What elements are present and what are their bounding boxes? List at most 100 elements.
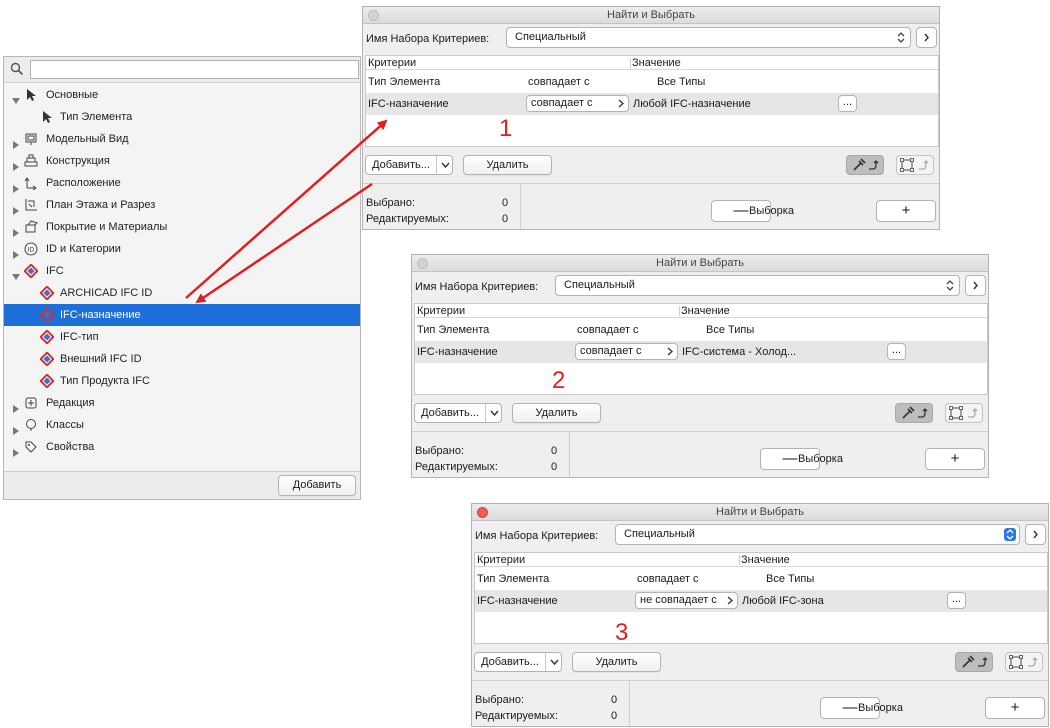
tree-item[interactable]: План Этажа и Разрез xyxy=(4,194,360,216)
editable-label: Редактируемых: xyxy=(366,213,449,225)
next-set-button[interactable] xyxy=(1025,524,1046,545)
tree-item[interactable]: Классы xyxy=(4,414,360,436)
tree-item[interactable]: Свойства xyxy=(4,436,360,458)
chevron-down-icon[interactable] xyxy=(550,658,559,666)
marquee-pick-button[interactable] xyxy=(896,155,934,175)
pointer-icon xyxy=(24,88,38,102)
criteria-row[interactable]: IFC-назначение совпадает с IFC-система - Х… xyxy=(415,341,987,363)
criteria-row[interactable]: IFC-назначение не совпадает с Любой IFC-зо… xyxy=(475,590,1047,612)
criterion-name: Тип Элемента xyxy=(417,324,490,336)
dialog-title: Найти и Выбрать xyxy=(656,257,744,269)
tree-item[interactable]: Внешний IFC ID xyxy=(4,348,360,370)
criteria-row[interactable]: IFC-назначение совпадает с Любой IFC-назна… xyxy=(366,93,938,115)
criteria-set-select[interactable]: Специальный xyxy=(506,27,911,48)
delete-criterion-button[interactable]: Удалить xyxy=(572,652,661,672)
add-criterion-split-button[interactable]: Добавить... xyxy=(365,155,453,175)
dialog-title: Найти и Выбрать xyxy=(716,506,804,518)
disclosure-closed-icon[interactable] xyxy=(12,399,20,413)
tree-item-label: ARCHICAD IFC ID xyxy=(60,287,153,299)
close-window-icon[interactable] xyxy=(368,10,379,21)
dialog-titlebar[interactable]: Найти и Выбрать xyxy=(363,7,939,24)
id-icon: ID xyxy=(24,242,38,256)
criterion-value: Все Типы xyxy=(657,76,706,88)
tree-item[interactable]: ID ID и Категории xyxy=(4,238,360,260)
tree-item[interactable]: Расположение xyxy=(4,172,360,194)
disclosure-closed-icon[interactable] xyxy=(12,135,20,149)
operator-popup[interactable]: совпадает с xyxy=(526,95,629,112)
value-browse-button[interactable]: ... xyxy=(947,592,966,609)
delete-criterion-button[interactable]: Удалить xyxy=(463,155,552,175)
dialog-titlebar[interactable]: Найти и Выбрать xyxy=(412,255,988,272)
operator-popup[interactable]: не совпадает с xyxy=(635,592,738,609)
chevron-right-icon xyxy=(924,33,929,42)
chevron-down-icon[interactable] xyxy=(490,409,499,417)
criterion-operator: совпадает с xyxy=(577,324,639,336)
eyedropper-pick-button[interactable] xyxy=(955,652,993,672)
criteria-row[interactable]: Тип Элемента совпадает с Все Типы xyxy=(366,71,938,93)
tree-footer: Добавить xyxy=(4,471,360,499)
criteria-set-value: Специальный xyxy=(624,528,695,540)
close-window-icon[interactable] xyxy=(417,258,428,269)
tree-item-label: Расположение xyxy=(46,177,121,189)
tree-item[interactable]: Основные xyxy=(4,84,360,106)
tree-item[interactable]: Конструкция xyxy=(4,150,360,172)
criteria-row[interactable]: Тип Элемента совпадает с Все Типы xyxy=(415,319,987,341)
tree-search-input[interactable] xyxy=(30,60,359,79)
add-criterion-button[interactable]: Добавить xyxy=(278,475,356,496)
tree-item[interactable]: Тип Продукта IFC xyxy=(4,370,360,392)
disclosure-open-icon[interactable] xyxy=(12,91,20,104)
next-set-button[interactable] xyxy=(916,27,937,48)
editable-label: Редактируемых: xyxy=(475,710,558,722)
add-criterion-split-button[interactable]: Добавить... xyxy=(414,403,502,423)
criteria-set-select[interactable]: Специальный xyxy=(555,275,960,296)
chevron-right-icon xyxy=(727,596,733,605)
dialog-titlebar[interactable]: Найти и Выбрать xyxy=(472,504,1048,521)
editable-count: 0 xyxy=(502,213,509,225)
chevron-down-icon[interactable] xyxy=(441,161,450,169)
disclosure-closed-icon[interactable] xyxy=(12,157,20,171)
next-set-button[interactable] xyxy=(965,275,986,296)
criteria-row[interactable]: Тип Элемента совпадает с Все Типы xyxy=(475,568,1047,590)
tree-item[interactable]: Тип Элемента xyxy=(4,106,360,128)
value-browse-button[interactable]: ... xyxy=(887,343,906,360)
operator-popup[interactable]: совпадает с xyxy=(575,343,678,360)
col-criteria-header: Критерии xyxy=(368,57,417,69)
eyedropper-pick-button[interactable] xyxy=(895,403,933,423)
ifc-icon xyxy=(39,351,55,367)
tree-item[interactable]: Модельный Вид xyxy=(4,128,360,150)
criteria-set-select[interactable]: Специальный xyxy=(615,524,1020,545)
disclosure-closed-icon[interactable] xyxy=(12,179,20,193)
select-plus-button[interactable]: + xyxy=(985,697,1045,719)
tree-item[interactable]: IFC-назначение xyxy=(4,304,360,326)
close-window-icon[interactable] xyxy=(477,507,488,518)
tree-item[interactable]: Покрытие и Материалы xyxy=(4,216,360,238)
select-plus-button[interactable]: + xyxy=(925,448,985,470)
disclosure-closed-icon[interactable] xyxy=(12,223,20,237)
tree-item-label: Свойства xyxy=(46,441,95,453)
eyedropper-icon xyxy=(853,158,879,171)
disclosure-closed-icon[interactable] xyxy=(12,443,20,457)
add-criterion-label: Добавить... xyxy=(421,407,479,419)
disclosure-closed-icon[interactable] xyxy=(12,421,20,435)
disclosure-open-icon[interactable] xyxy=(12,267,20,280)
value-browse-button[interactable]: ... xyxy=(838,95,857,112)
marquee-pick-button[interactable] xyxy=(1005,652,1043,672)
marquee-pick-button[interactable] xyxy=(945,403,983,423)
tree-item[interactable]: Редакция xyxy=(4,392,360,414)
tree-item[interactable]: ARCHICAD IFC ID xyxy=(4,282,360,304)
disclosure-closed-icon[interactable] xyxy=(12,201,20,215)
add-criterion-split-button[interactable]: Добавить... xyxy=(474,652,562,672)
disclosure-closed-icon[interactable] xyxy=(12,245,20,259)
editable-label: Редактируемых: xyxy=(415,461,498,473)
col-value-header: Значение xyxy=(741,554,790,566)
tree-item[interactable]: IFC-тип xyxy=(4,326,360,348)
tree-item[interactable]: IFC xyxy=(4,260,360,282)
criterion-operator: совпадает с xyxy=(528,76,590,88)
floor-plan-icon xyxy=(24,198,38,212)
operator-value: не совпадает с xyxy=(640,594,717,606)
eyedropper-pick-button[interactable] xyxy=(846,155,884,175)
tree-item-label: Тип Продукта IFC xyxy=(60,375,150,387)
delete-criterion-button[interactable]: Удалить xyxy=(512,403,601,423)
select-plus-button[interactable]: + xyxy=(876,200,936,222)
selection-label: Выборка xyxy=(858,702,903,714)
